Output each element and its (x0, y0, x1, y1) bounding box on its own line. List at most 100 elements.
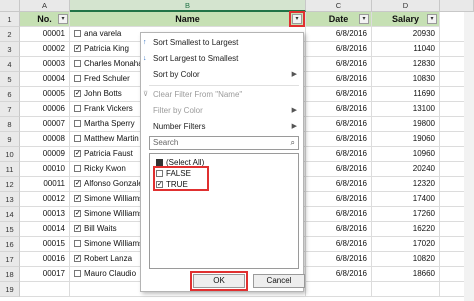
empty-cell[interactable] (372, 282, 440, 297)
cell-date[interactable]: 6/8/2016 (306, 102, 372, 117)
cell-date[interactable]: 6/8/2016 (306, 42, 372, 57)
list-item-false[interactable]: FALSE (156, 168, 191, 179)
cell-date[interactable]: 6/8/2016 (306, 192, 372, 207)
checked-checkbox-icon[interactable]: ✓ (74, 255, 81, 263)
row-header[interactable]: 8 (0, 117, 20, 132)
row-header[interactable]: 7 (0, 102, 20, 117)
partial-checkbox-icon[interactable] (156, 159, 163, 167)
empty-cell[interactable] (20, 282, 70, 297)
column-header-e[interactable] (440, 0, 474, 12)
cell-no[interactable]: 00006 (20, 102, 70, 117)
checked-checkbox-icon[interactable]: ✓ (74, 210, 81, 218)
cell-date[interactable]: 6/8/2016 (306, 87, 372, 102)
cell-salary[interactable]: 16220 (372, 222, 440, 237)
select-all-corner[interactable] (0, 0, 20, 12)
cell-no[interactable]: 00009 (20, 147, 70, 162)
unchecked-checkbox-icon[interactable] (156, 170, 163, 178)
cell-no[interactable]: 00008 (20, 132, 70, 147)
cell-no[interactable]: 00002 (20, 42, 70, 57)
row-header[interactable]: 17 (0, 252, 20, 267)
cell-date[interactable]: 6/8/2016 (306, 177, 372, 192)
cancel-button[interactable]: Cancel (253, 274, 305, 288)
cell-salary[interactable]: 19800 (372, 117, 440, 132)
unchecked-checkbox-icon[interactable] (74, 75, 81, 83)
search-input[interactable]: Search ⌕ (149, 136, 299, 150)
cell-date[interactable]: 6/8/2016 (306, 57, 372, 72)
menu-sort-ascending[interactable]: ↑ Sort Smallest to Largest (141, 35, 303, 51)
cell-salary[interactable]: 11040 (372, 42, 440, 57)
cell-no[interactable]: 00001 (20, 27, 70, 42)
row-header[interactable]: 13 (0, 192, 20, 207)
unchecked-checkbox-icon[interactable] (74, 270, 81, 278)
vertical-scrollbar[interactable] (464, 12, 474, 301)
row-header[interactable]: 18 (0, 267, 20, 282)
menu-sort-by-color[interactable]: Sort by Color ▶ (141, 67, 303, 83)
cell-no[interactable]: 00005 (20, 87, 70, 102)
cell-date[interactable]: 6/8/2016 (306, 252, 372, 267)
cell-date[interactable]: 6/8/2016 (306, 222, 372, 237)
cell-no[interactable]: 00014 (20, 222, 70, 237)
checked-checkbox-icon[interactable]: ✓ (156, 181, 163, 189)
row-header[interactable]: 6 (0, 87, 20, 102)
unchecked-checkbox-icon[interactable] (74, 60, 81, 68)
cell-salary[interactable]: 12830 (372, 57, 440, 72)
row-header[interactable]: 3 (0, 42, 20, 57)
unchecked-checkbox-icon[interactable] (74, 30, 81, 38)
menu-sort-descending[interactable]: ↓ Sort Largest to Smallest (141, 51, 303, 67)
row-header[interactable]: 9 (0, 132, 20, 147)
list-item-true[interactable]: ✓ TRUE (156, 179, 188, 190)
row-header[interactable]: 15 (0, 222, 20, 237)
row-header[interactable]: 10 (0, 147, 20, 162)
unchecked-checkbox-icon[interactable] (74, 240, 81, 248)
cell-date[interactable]: 6/8/2016 (306, 162, 372, 177)
menu-filter-by-color[interactable]: Filter by Color ▶ (141, 103, 303, 119)
column-header-b[interactable]: B (70, 0, 306, 12)
cell-no[interactable]: 00013 (20, 207, 70, 222)
cell-date[interactable]: 6/8/2016 (306, 27, 372, 42)
cell-date[interactable]: 6/8/2016 (306, 132, 372, 147)
cell-date[interactable]: 6/8/2016 (306, 117, 372, 132)
menu-clear-filter[interactable]: ⊽ Clear Filter From "Name" (141, 87, 303, 103)
cell-date[interactable]: 6/8/2016 (306, 72, 372, 87)
cell-no[interactable]: 00010 (20, 162, 70, 177)
cell-salary[interactable]: 19060 (372, 132, 440, 147)
unchecked-checkbox-icon[interactable] (74, 165, 81, 173)
cell-no[interactable]: 00004 (20, 72, 70, 87)
cell-salary[interactable]: 10960 (372, 147, 440, 162)
column-header-a[interactable]: A (20, 0, 70, 12)
ok-button[interactable]: OK (193, 274, 245, 288)
filter-dropdown-name[interactable]: ▾ (292, 14, 302, 24)
menu-number-filters[interactable]: Number Filters ▶ (141, 119, 303, 135)
cell-salary[interactable]: 17400 (372, 192, 440, 207)
row-header[interactable]: 11 (0, 162, 20, 177)
cell-salary[interactable]: 12320 (372, 177, 440, 192)
unchecked-checkbox-icon[interactable] (74, 120, 81, 128)
cell-date[interactable]: 6/8/2016 (306, 147, 372, 162)
cell-date[interactable]: 6/8/2016 (306, 207, 372, 222)
cell-no[interactable]: 00007 (20, 117, 70, 132)
cell-no[interactable]: 00017 (20, 267, 70, 282)
cell-salary[interactable]: 11690 (372, 87, 440, 102)
row-header[interactable]: 14 (0, 207, 20, 222)
column-header-d[interactable]: D (372, 0, 440, 12)
cell-salary[interactable]: 17260 (372, 207, 440, 222)
checked-checkbox-icon[interactable]: ✓ (74, 195, 81, 203)
row-header[interactable]: 2 (0, 27, 20, 42)
cell-salary[interactable]: 20240 (372, 162, 440, 177)
filter-dropdown-date[interactable]: ▾ (359, 14, 369, 24)
unchecked-checkbox-icon[interactable] (74, 135, 81, 143)
row-header[interactable]: 5 (0, 72, 20, 87)
row-header[interactable]: 12 (0, 177, 20, 192)
row-header[interactable]: 16 (0, 237, 20, 252)
row-header[interactable]: 19 (0, 282, 20, 297)
cell-salary[interactable]: 18660 (372, 267, 440, 282)
cell-no[interactable]: 00012 (20, 192, 70, 207)
list-item-select-all[interactable]: (Select All) (156, 157, 204, 168)
column-header-c[interactable]: C (306, 0, 372, 12)
cell-no[interactable]: 00003 (20, 57, 70, 72)
checked-checkbox-icon[interactable]: ✓ (74, 90, 81, 98)
checked-checkbox-icon[interactable]: ✓ (74, 180, 81, 188)
unchecked-checkbox-icon[interactable] (74, 105, 81, 113)
cell-date[interactable]: 6/8/2016 (306, 237, 372, 252)
filter-dropdown-salary[interactable]: ▾ (427, 14, 437, 24)
